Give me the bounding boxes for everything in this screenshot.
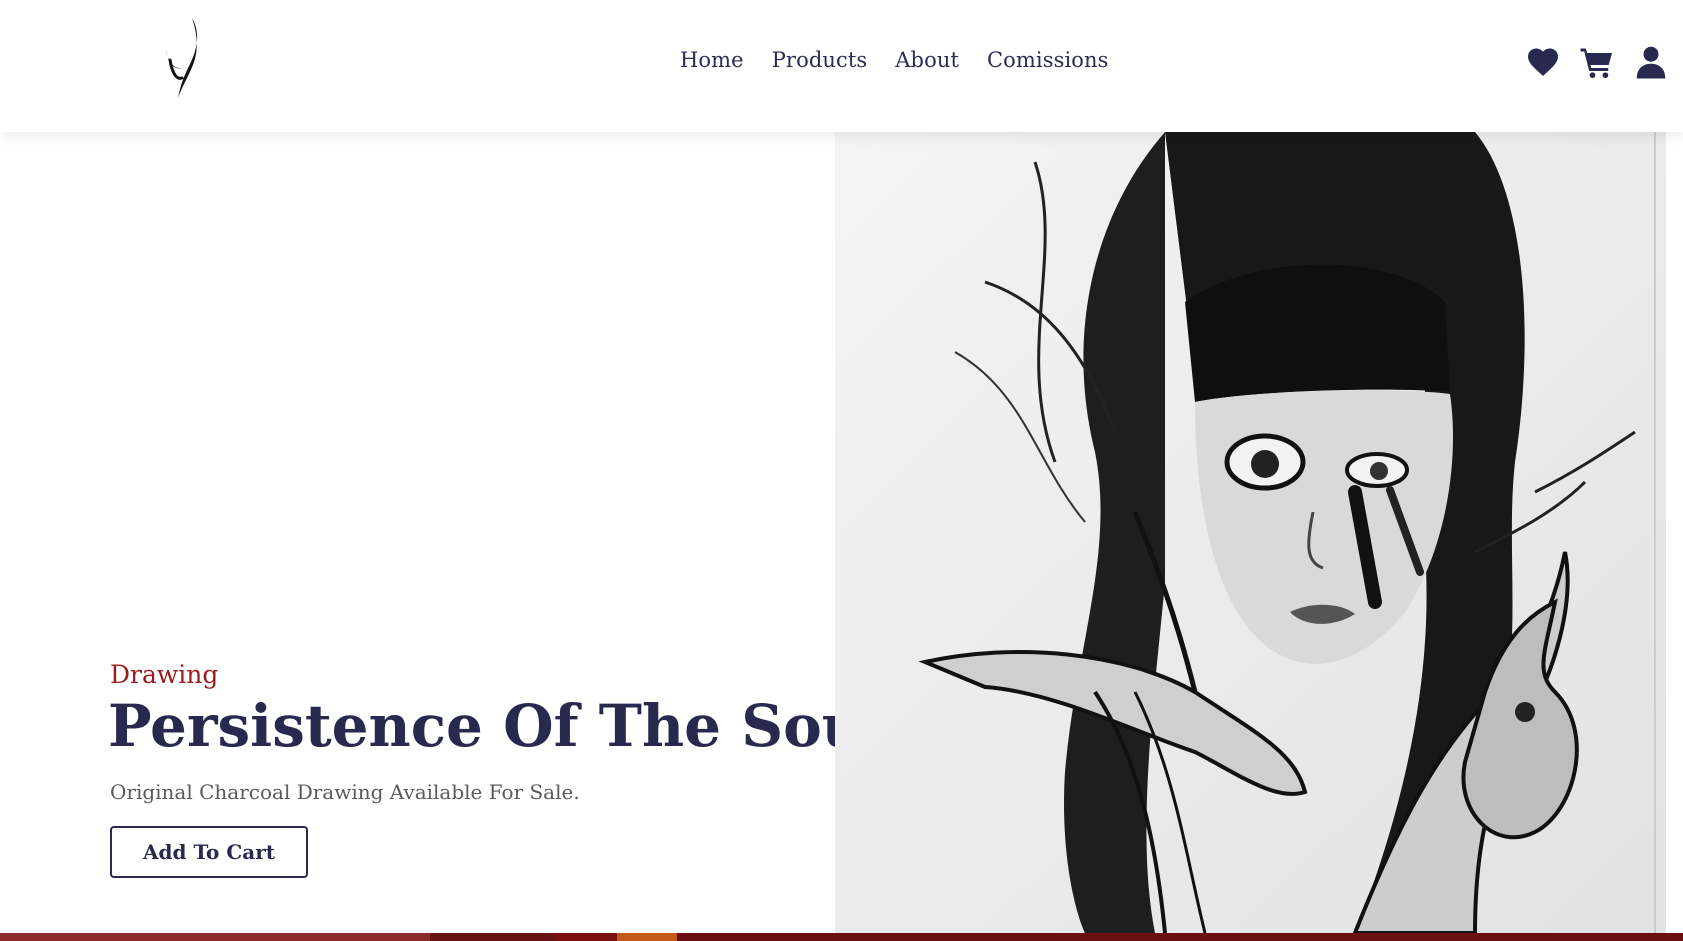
heart-icon[interactable] [1525, 44, 1561, 80]
header-actions [1507, 44, 1669, 80]
product-title: Persistence Of The Soul [108, 692, 886, 760]
strip-segment [430, 933, 555, 941]
nav-home-link[interactable]: Home [680, 48, 744, 72]
product-description: Original Charcoal Drawing Available For … [110, 780, 580, 804]
strip-segment [555, 933, 617, 941]
bottom-color-strip [0, 933, 1683, 941]
nav-products-link[interactable]: Products [772, 48, 868, 72]
artwork-image [835, 132, 1666, 933]
strip-segment [617, 933, 677, 941]
hero-section: Drawing Persistence Of The Soul Original… [0, 132, 1683, 933]
product-category: Drawing [110, 660, 219, 689]
cart-icon[interactable] [1579, 44, 1615, 80]
user-icon[interactable] [1633, 44, 1669, 80]
add-to-cart-button[interactable]: Add To Cart [110, 826, 308, 878]
site-header: Home Products About Comissions [0, 0, 1683, 132]
nav-about-link[interactable]: About [895, 48, 959, 72]
strip-segment [677, 933, 1683, 941]
nav-comissions-link[interactable]: Comissions [987, 48, 1109, 72]
brand-logo[interactable] [162, 16, 210, 100]
strip-segment [0, 933, 430, 941]
main-nav: Home Products About Comissions [680, 48, 1109, 72]
